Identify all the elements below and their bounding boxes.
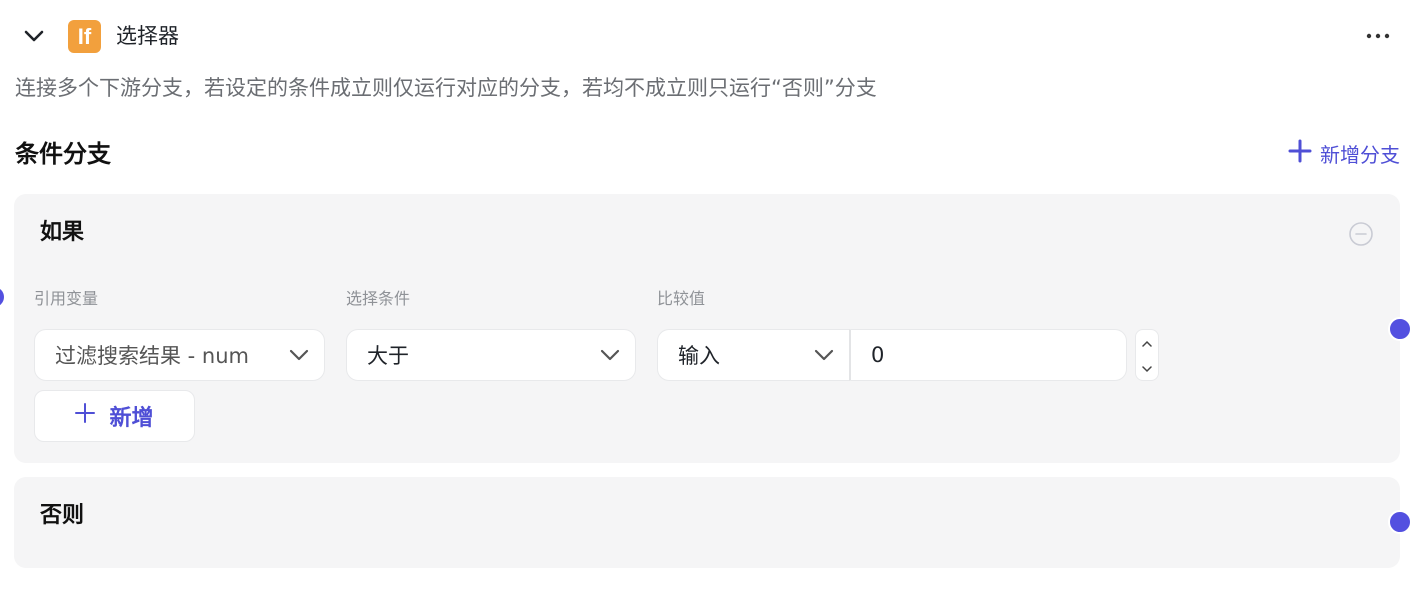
else-branch-card: 否则 [14,477,1400,568]
add-branch-label: 新增分支 [1320,142,1400,167]
plus-icon [1288,139,1312,168]
node-description: 连接多个下游分支，若设定的条件成立则仅运行对应的分支，若均不成立则只运行“否则”… [15,76,877,100]
compare-label: 比较值 [657,289,706,308]
compare-type-select[interactable]: 输入 [657,329,849,381]
if-node-icon: If [68,20,101,53]
chevron-down-icon [288,344,310,366]
variable-label: 引用变量 [34,289,99,308]
node-title: 选择器 [116,24,179,48]
input-port[interactable] [0,287,4,307]
condition-select[interactable]: 大于 [346,329,636,381]
else-title: 否则 [40,503,85,528]
condition-label: 选择条件 [346,289,411,308]
condition-select-value: 大于 [367,344,409,368]
else-output-port[interactable] [1388,510,1412,534]
if-output-port[interactable] [1388,317,1412,341]
compare-value-input[interactable]: 0 [849,329,1127,381]
add-condition-button[interactable]: 新增 [34,390,195,442]
more-options-icon[interactable] [1364,24,1392,48]
chevron-down-icon [813,344,835,366]
collapse-chevron-icon[interactable] [22,24,46,48]
add-condition-label: 新增 [109,406,154,431]
decrement-icon[interactable] [1140,361,1154,375]
if-branch-card: 如果 引用变量 选择条件 比较值 过滤搜索结果 - num 大于 输入 0 新增 [14,194,1400,463]
remove-branch-icon[interactable] [1348,221,1374,247]
number-stepper[interactable] [1135,329,1159,381]
variable-select[interactable]: 过滤搜索结果 - num [34,329,325,381]
section-title: 条件分支 [15,140,111,168]
add-branch-button[interactable]: 新增分支 [1288,138,1400,168]
if-title: 如果 [40,220,85,245]
plus-icon [75,403,96,429]
compare-type-value: 输入 [678,344,720,368]
variable-select-value: 过滤搜索结果 - num [55,344,250,368]
chevron-down-icon [599,344,621,366]
increment-icon[interactable] [1140,336,1154,350]
